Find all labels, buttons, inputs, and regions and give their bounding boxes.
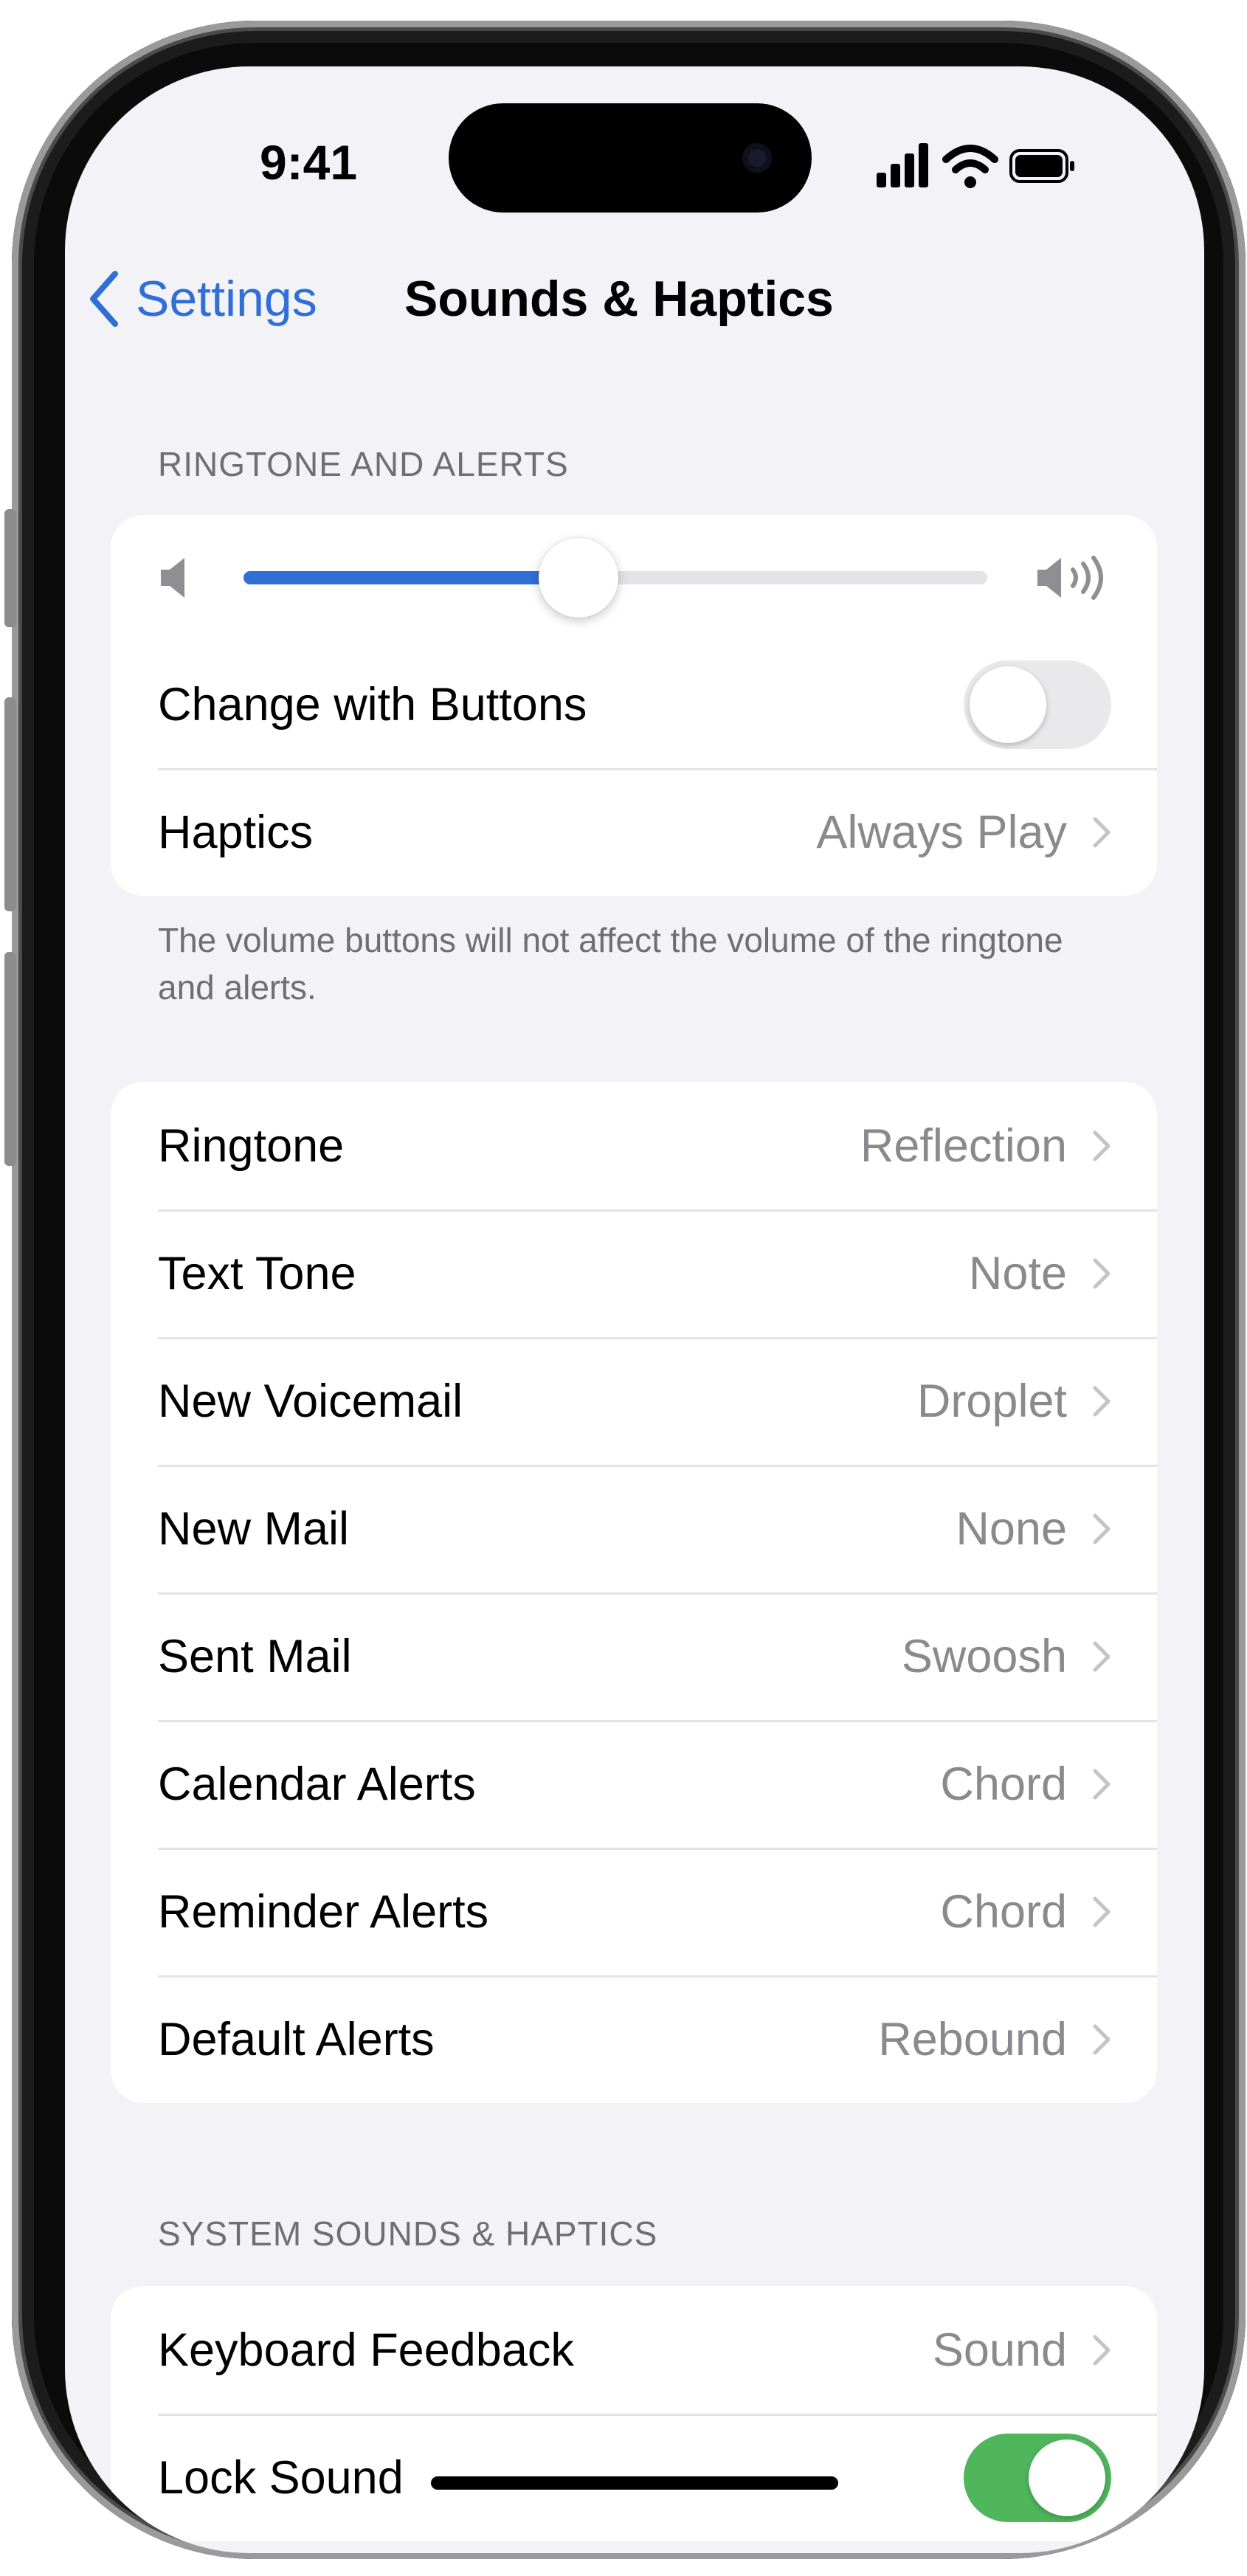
haptics-value: Always Play [816,806,1067,858]
wifi-icon [942,145,998,188]
change-with-buttons-toggle[interactable] [964,660,1111,749]
volume-slider-fill [243,571,578,584]
screen: 9:41 Settings Sounds & Haptics RINGTONE … [65,66,1204,2553]
battery-icon [1009,149,1074,183]
tone-row-default-alerts[interactable]: Default Alerts Rebound [111,1975,1157,2103]
haptics-label: Haptics [158,806,314,858]
back-button-label: Settings [136,271,317,327]
chevron-right-icon [1093,1641,1110,1671]
tone-value: Chord [940,1758,1067,1810]
tone-label: Reminder Alerts [158,1885,489,1938]
volume-slider-row [111,515,1157,640]
status-time: 9:41 [259,135,358,190]
toggle-knob [1029,2439,1105,2516]
tone-value: Droplet [916,1375,1067,1427]
volume-low-icon [161,558,184,598]
tone-label: Text Tone [158,1247,356,1299]
volume-slider-thumb[interactable] [538,538,618,618]
tone-value: Chord [940,1885,1067,1938]
lock-sound-toggle[interactable] [964,2433,1111,2522]
volume-footer-note: The volume buttons will not affect the v… [158,921,1063,1006]
status-icons [877,143,1074,188]
back-chevron-icon [90,271,118,327]
chevron-right-icon [1093,2335,1110,2365]
home-indicator[interactable] [431,2476,838,2490]
tones-group: Ringtone Reflection Text Tone Note New V… [111,1082,1157,2103]
tone-row-ringtone[interactable]: Ringtone Reflection [111,1082,1157,1209]
tone-value: None [956,1502,1067,1555]
back-button[interactable]: Settings [87,251,317,347]
chevron-right-icon [1093,1896,1110,1927]
keyboard-feedback-label: Keyboard Feedback [158,2324,574,2376]
ringtone-alerts-group: Change with Buttons Haptics Always Play [111,515,1157,896]
chevron-right-icon [1093,1513,1110,1544]
tone-value: Swoosh [901,1630,1067,1682]
system-sounds-group: Keyboard Feedback Sound Lock Sound [111,2286,1157,2541]
volume-high-icon [1037,556,1103,600]
haptics-row[interactable]: Haptics Always Play [111,768,1157,896]
chevron-right-icon [1093,1258,1110,1288]
tone-label: Ringtone [158,1119,345,1172]
tone-label: New Mail [158,1502,350,1555]
tone-row-new-voicemail[interactable]: New Voicemail Droplet [111,1337,1157,1465]
keyboard-feedback-row[interactable]: Keyboard Feedback Sound [111,2286,1157,2414]
tone-label: Calendar Alerts [158,1758,476,1810]
keyboard-feedback-value: Sound [932,2324,1067,2376]
tone-label: Sent Mail [158,1630,352,1682]
page-title: Sounds & Haptics [404,271,834,327]
cellular-signal-icon [877,143,928,187]
tone-row-reminder-alerts[interactable]: Reminder Alerts Chord [111,1848,1157,1975]
chevron-right-icon [1093,1769,1110,1799]
volume-down-button [4,952,16,1166]
tone-row-calendar-alerts[interactable]: Calendar Alerts Chord [111,1720,1157,1848]
chevron-right-icon [1093,817,1110,847]
tone-row-text-tone[interactable]: Text Tone Note [111,1209,1157,1337]
camera-icon [742,143,772,173]
tone-row-sent-mail[interactable]: Sent Mail Swoosh [111,1592,1157,1720]
action-button [4,509,16,627]
tone-value: Reflection [860,1119,1067,1172]
change-with-buttons-row: Change with Buttons [111,640,1157,768]
toggle-knob [970,666,1046,743]
tone-label: New Voicemail [158,1375,463,1427]
tone-value: Rebound [878,2013,1067,2065]
change-with-buttons-label: Change with Buttons [158,678,587,731]
tone-value: Note [968,1247,1067,1299]
volume-up-button [4,697,16,911]
chevron-right-icon [1093,1130,1110,1161]
tone-label: Default Alerts [158,2013,435,2065]
volume-slider[interactable] [243,538,987,618]
tone-row-new-mail[interactable]: New Mail None [111,1465,1157,1592]
section-header-ringtone: RINGTONE AND ALERTS [158,445,569,483]
section-header-system: SYSTEM SOUNDS & HAPTICS [158,2214,658,2253]
chevron-right-icon [1093,1386,1110,1416]
chevron-right-icon [1093,2024,1110,2054]
